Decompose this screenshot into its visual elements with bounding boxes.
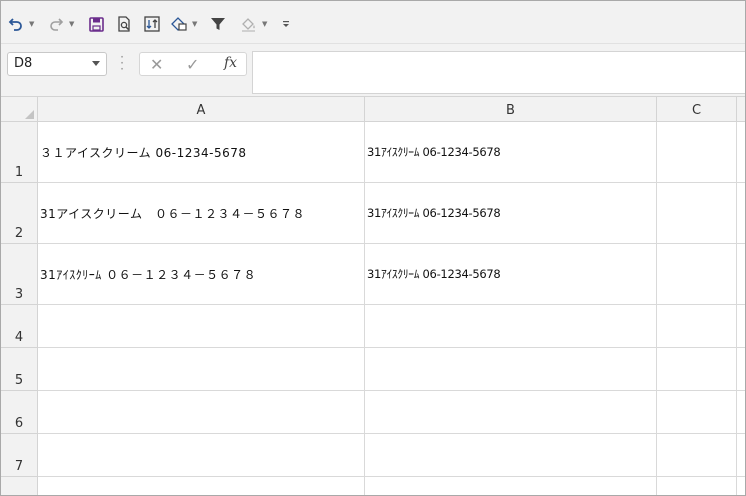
name-box-value: D8 — [14, 56, 33, 71]
formula-bar-resize-handle[interactable]: · · · — [119, 51, 125, 75]
row-header-4[interactable]: 4 — [1, 305, 38, 348]
save-icon[interactable] — [87, 13, 105, 35]
cell-b8[interactable] — [365, 477, 657, 495]
quick-access-toolbar: ▼ ▼ ▼ ▼ — [1, 1, 745, 44]
fill-color-dropdown-caret[interactable]: ▼ — [262, 20, 267, 28]
redo-icon[interactable] — [47, 13, 65, 35]
cell-b4[interactable] — [365, 305, 657, 348]
cell-b7[interactable] — [365, 434, 657, 477]
cell-a1[interactable]: ３１アイスクリーム 06-1234-5678 — [38, 122, 365, 183]
redo-dropdown-caret[interactable]: ▼ — [69, 20, 74, 28]
insert-function-icon[interactable]: fx — [224, 55, 237, 71]
row-header-1[interactable]: 1 — [1, 122, 38, 183]
cell-d4[interactable] — [737, 305, 745, 348]
cell-a2[interactable]: 31アイスクリーム ０６－１２３４－５６７８ — [38, 183, 365, 244]
cell-a6[interactable] — [38, 391, 365, 434]
cell-a4[interactable] — [38, 305, 365, 348]
cell-d2[interactable] — [737, 183, 745, 244]
row-header-3[interactable]: 3 — [1, 244, 38, 305]
cell-d5[interactable] — [737, 348, 745, 391]
cancel-icon[interactable]: ✕ — [150, 55, 163, 74]
cell-d3[interactable] — [737, 244, 745, 305]
enter-icon[interactable]: ✓ — [186, 55, 199, 74]
cell-b5[interactable] — [365, 348, 657, 391]
cell-c4[interactable] — [657, 305, 737, 348]
cell-d1[interactable] — [737, 122, 745, 183]
row-header-2[interactable]: 2 — [1, 183, 38, 244]
shapes-icon[interactable] — [169, 13, 189, 35]
column-header-a[interactable]: A — [38, 97, 365, 122]
undo-icon[interactable] — [7, 13, 25, 35]
customize-toolbar-icon[interactable] — [280, 13, 292, 35]
cell-c1[interactable] — [657, 122, 737, 183]
cell-a5[interactable] — [38, 348, 365, 391]
cell-c3[interactable] — [657, 244, 737, 305]
cell-b1[interactable]: 31ｱｲｽｸﾘｰﾑ 06-1234-5678 — [365, 122, 657, 183]
cell-b6[interactable] — [365, 391, 657, 434]
column-headers: A B C — [1, 97, 745, 122]
formula-bar: D8 · · · ✕ ✓ fx — [1, 44, 745, 97]
name-box-dropdown-icon[interactable] — [92, 61, 100, 66]
sort-icon[interactable] — [143, 13, 161, 35]
worksheet-grid: A B C 1 ３１アイスクリーム 06-1234-5678 31ｱｲｽｸﾘｰﾑ… — [1, 97, 745, 495]
row-header-7[interactable]: 7 — [1, 434, 38, 477]
row-header-6[interactable]: 6 — [1, 391, 38, 434]
cell-c8[interactable] — [657, 477, 737, 495]
select-all-button[interactable] — [1, 97, 38, 122]
cell-c5[interactable] — [657, 348, 737, 391]
name-box[interactable]: D8 — [7, 52, 107, 76]
filter-icon[interactable] — [209, 13, 227, 35]
shapes-dropdown-caret[interactable]: ▼ — [192, 20, 197, 28]
column-header-d[interactable] — [737, 97, 745, 122]
cell-d7[interactable] — [737, 434, 745, 477]
column-header-c[interactable]: C — [657, 97, 737, 122]
formula-input[interactable] — [252, 51, 745, 94]
formula-buttons: ✕ ✓ fx — [139, 52, 247, 76]
fill-color-icon[interactable] — [239, 13, 259, 35]
spreadsheet-window: ▼ ▼ ▼ ▼ D8 · · · ✕ ✓ fx A B C 1 ３１アイスクリー… — [0, 0, 746, 496]
cell-b3[interactable]: 31ｱｲｽｸﾘｰﾑ 06-1234-5678 — [365, 244, 657, 305]
row-header-5[interactable]: 5 — [1, 348, 38, 391]
undo-dropdown-caret[interactable]: ▼ — [29, 20, 34, 28]
column-header-b[interactable]: B — [365, 97, 657, 122]
row-header-8[interactable] — [1, 477, 38, 495]
cell-d6[interactable] — [737, 391, 745, 434]
cell-b2[interactable]: 31ｱｲｽｸﾘｰﾑ 06-1234-5678 — [365, 183, 657, 244]
cell-c6[interactable] — [657, 391, 737, 434]
cell-c7[interactable] — [657, 434, 737, 477]
print-preview-icon[interactable] — [115, 13, 133, 35]
cell-a8[interactable] — [38, 477, 365, 495]
cell-a7[interactable] — [38, 434, 365, 477]
cell-c2[interactable] — [657, 183, 737, 244]
cell-a3[interactable]: 31ｱｲｽｸﾘｰﾑ ０６－１２３４－５６７８ — [38, 244, 365, 305]
